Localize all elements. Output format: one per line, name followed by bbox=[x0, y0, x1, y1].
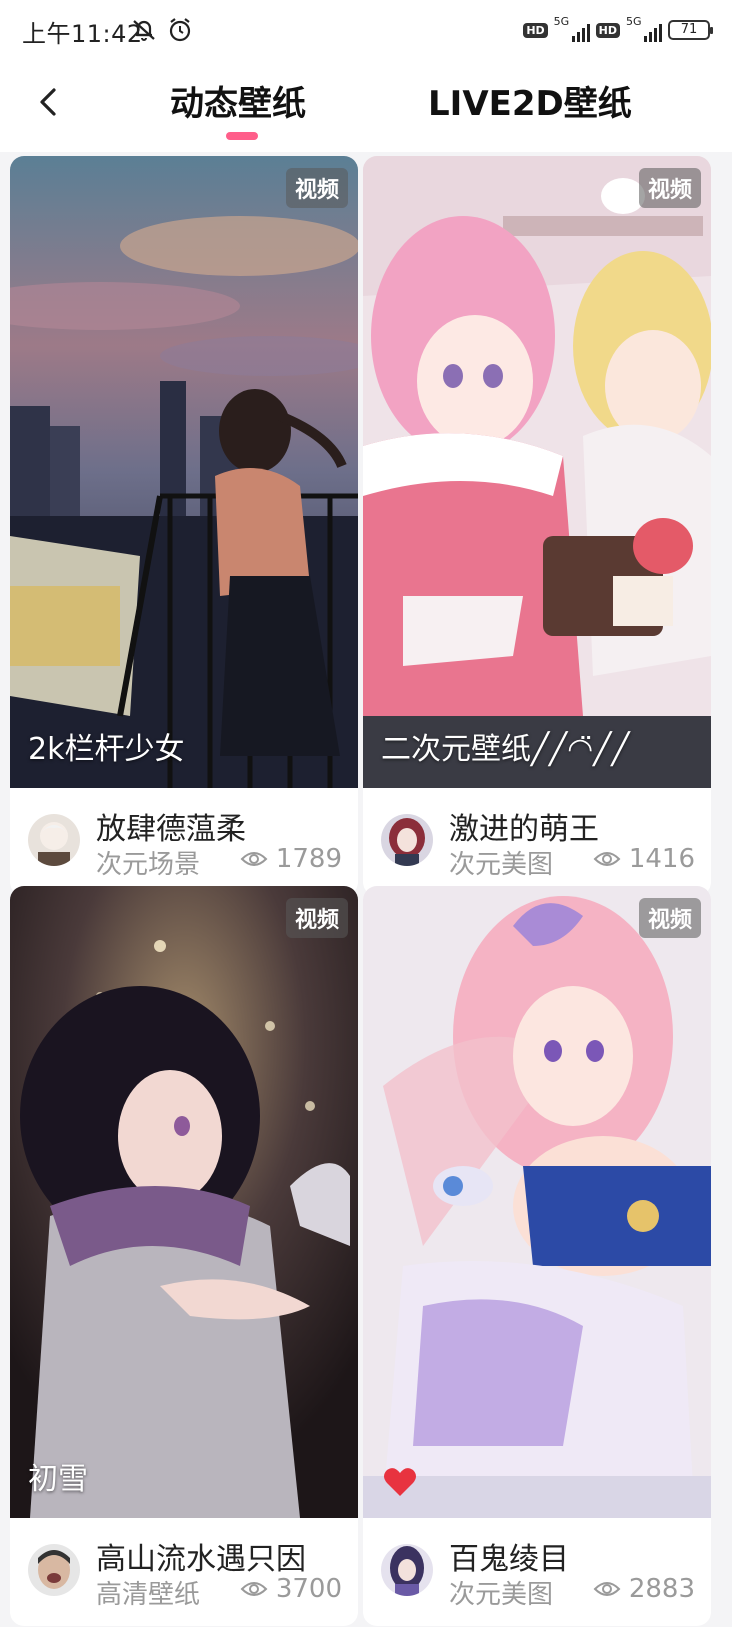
tab-dynamic-wallpaper[interactable]: 动态壁纸 bbox=[170, 76, 306, 125]
author-name[interactable]: 激进的萌王 bbox=[449, 804, 599, 848]
wallpaper-thumbnail[interactable]: 视频 初雪 bbox=[10, 886, 358, 1518]
view-count: 1789 bbox=[240, 844, 342, 874]
video-badge: 视频 bbox=[285, 168, 348, 208]
video-badge: 视频 bbox=[285, 898, 348, 938]
view-count: 1416 bbox=[593, 844, 695, 874]
tab-live2d-wallpaper[interactable]: LIVE2D壁纸 bbox=[428, 76, 632, 125]
category-label: 高清壁纸 bbox=[96, 1580, 201, 1610]
card-info: 激进的萌王 次元美图 1416 bbox=[363, 788, 711, 896]
hd-badge: HD bbox=[523, 22, 548, 38]
category-label: 次元美图 bbox=[449, 850, 554, 880]
wallpaper-title: 初雪 bbox=[28, 1462, 88, 1497]
card-info: 百鬼绫目 次元美图 2883 bbox=[363, 1518, 711, 1626]
author-name[interactable]: 高山流水遇只因 bbox=[96, 1534, 306, 1578]
status-bar: 上午11:42 HD 5G HD 5G 71 bbox=[0, 0, 732, 62]
avatar[interactable] bbox=[381, 1544, 433, 1596]
wallpaper-thumbnail[interactable]: 视频 bbox=[363, 886, 711, 1518]
wallpaper-card[interactable]: 视频 2k栏杆少女 放肆德蕰柔 次元场景 1789 bbox=[10, 156, 358, 896]
card-info: 高山流水遇只因 高清壁纸 3700 bbox=[10, 1518, 358, 1626]
tab-indicator bbox=[226, 132, 258, 140]
wallpaper-grid: 视频 2k栏杆少女 放肆德蕰柔 次元场景 1789 视频 二次元壁纸╱╱◠̈╱╱… bbox=[0, 152, 732, 1627]
wallpaper-thumbnail[interactable]: 视频 2k栏杆少女 bbox=[10, 156, 358, 788]
signal-icon: 5G bbox=[554, 15, 590, 42]
view-count-value: 3700 bbox=[275, 1574, 342, 1604]
category-label: 次元场景 bbox=[96, 850, 201, 880]
status-indicators: HD 5G HD 5G 71 bbox=[523, 15, 713, 44]
view-count-value: 2883 bbox=[628, 1574, 695, 1604]
wallpaper-image bbox=[10, 886, 358, 1518]
wallpaper-title: 二次元壁纸╱╱◠̈╱╱ bbox=[381, 732, 630, 767]
chevron-left-icon[interactable] bbox=[30, 82, 70, 122]
eye-icon bbox=[240, 852, 268, 866]
status-time: 上午11:42 bbox=[22, 20, 143, 48]
eye-icon bbox=[240, 1582, 268, 1596]
avatar[interactable] bbox=[28, 1544, 80, 1596]
bell-off-icon bbox=[133, 20, 155, 41]
view-count: 3700 bbox=[240, 1574, 342, 1604]
top-nav: 动态壁纸 LIVE2D壁纸 bbox=[0, 62, 732, 152]
alarm-icon bbox=[169, 18, 191, 42]
wallpaper-image bbox=[10, 156, 358, 788]
wallpaper-card[interactable]: 视频 初雪 高山流水遇只因 高清壁纸 3700 bbox=[10, 886, 358, 1626]
eye-icon bbox=[593, 852, 621, 866]
author-name[interactable]: 放肆德蕰柔 bbox=[96, 804, 246, 848]
view-count: 2883 bbox=[593, 1574, 695, 1604]
signal-icon: 5G bbox=[626, 15, 662, 42]
heart-icon[interactable] bbox=[383, 1466, 417, 1498]
wallpaper-image bbox=[363, 886, 711, 1518]
avatar[interactable] bbox=[28, 814, 80, 866]
battery-icon: 71 bbox=[668, 20, 713, 40]
card-info: 放肆德蕰柔 次元场景 1789 bbox=[10, 788, 358, 896]
wallpaper-card[interactable]: 视频 百鬼绫目 次元美图 2883 bbox=[363, 886, 711, 1626]
hd-badge: HD bbox=[595, 22, 620, 38]
wallpaper-title: 2k栏杆少女 bbox=[28, 732, 185, 767]
wallpaper-image bbox=[363, 156, 711, 788]
avatar[interactable] bbox=[381, 814, 433, 866]
view-count-value: 1416 bbox=[628, 844, 695, 874]
author-name[interactable]: 百鬼绫目 bbox=[449, 1534, 569, 1578]
video-badge: 视频 bbox=[638, 168, 701, 208]
view-count-value: 1789 bbox=[275, 844, 342, 874]
wallpaper-card[interactable]: 视频 二次元壁纸╱╱◠̈╱╱ 激进的萌王 次元美图 1416 bbox=[363, 156, 711, 896]
video-badge: 视频 bbox=[638, 898, 701, 938]
eye-icon bbox=[593, 1582, 621, 1596]
category-label: 次元美图 bbox=[449, 1580, 554, 1610]
wallpaper-thumbnail[interactable]: 视频 二次元壁纸╱╱◠̈╱╱ bbox=[363, 156, 711, 788]
